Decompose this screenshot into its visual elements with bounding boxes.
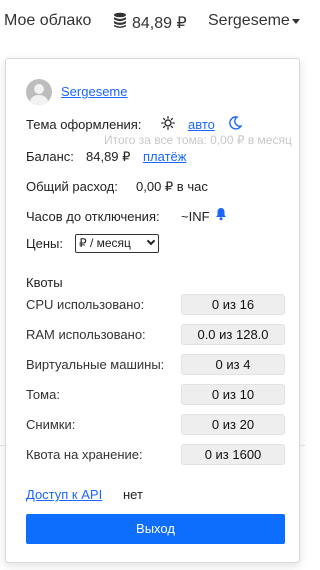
hours-value: ~INF <box>181 209 210 224</box>
user-menu-label: Sergeseme <box>208 12 290 29</box>
quota-cpu-value: 0 из 16 <box>181 294 285 315</box>
background-total-text: Итого за все тома: 0,00 ₽ в месяц <box>104 133 292 147</box>
chevron-down-icon <box>291 18 300 24</box>
expense-label: Общий расход: <box>26 179 118 194</box>
logout-button[interactable]: Выход <box>26 514 285 544</box>
quota-storage-value: 0 из 1600 <box>181 444 285 465</box>
api-access-value: нет <box>123 487 143 502</box>
prices-select[interactable]: ₽ / месяц <box>75 234 159 253</box>
prices-select-value: ₽ / месяц <box>79 236 131 250</box>
theme-auto-link[interactable]: авто <box>188 117 215 132</box>
quota-snapshots-value: 0 из 20 <box>181 414 285 435</box>
bell-icon[interactable] <box>215 207 227 224</box>
moon-icon[interactable] <box>229 116 243 133</box>
account-dropdown-panel: Sergeseme Тема оформления: авто Итого за… <box>5 58 300 563</box>
quota-vm-label: Виртуальные машины: <box>26 357 165 372</box>
quotas-title: Квоты <box>26 275 63 290</box>
quota-vm-value: 0 из 4 <box>181 354 285 375</box>
theme-label: Тема оформления: <box>26 117 142 132</box>
my-cloud-link[interactable]: Мое облако <box>4 12 91 30</box>
user-menu[interactable]: Sergeseme <box>208 12 300 30</box>
coins-icon <box>113 12 127 33</box>
top-balance[interactable]: 84,89 ₽ <box>113 12 187 33</box>
expense-value: 0,00 ₽ в час <box>136 179 208 194</box>
hours-label: Часов до отключения: <box>26 209 160 224</box>
quota-ram-label: RAM использовано: <box>26 327 146 342</box>
balance-value: 84,89 ₽ <box>86 149 131 164</box>
chevron-down-icon <box>146 236 156 246</box>
prices-label: Цены: <box>26 236 63 251</box>
user-avatar <box>26 79 52 105</box>
quota-cpu-label: CPU использовано: <box>26 297 145 312</box>
payment-link[interactable]: платёж <box>143 149 186 164</box>
quota-volumes-value: 0 из 10 <box>181 384 285 405</box>
sun-icon[interactable] <box>161 116 175 133</box>
quota-storage-label: Квота на хранение: <box>26 447 143 462</box>
top-bar: Мое облако 84,89 ₽ Sergeseme <box>0 0 305 42</box>
top-balance-value: 84,89 ₽ <box>132 14 187 32</box>
quota-snapshots-label: Снимки: <box>26 417 76 432</box>
profile-username-link[interactable]: Sergeseme <box>61 84 127 99</box>
api-access-link[interactable]: Доступ к API <box>26 487 102 502</box>
balance-label: Баланс: <box>26 149 74 164</box>
quota-ram-value: 0.0 из 128.0 <box>181 324 285 345</box>
quota-volumes-label: Тома: <box>26 387 60 402</box>
